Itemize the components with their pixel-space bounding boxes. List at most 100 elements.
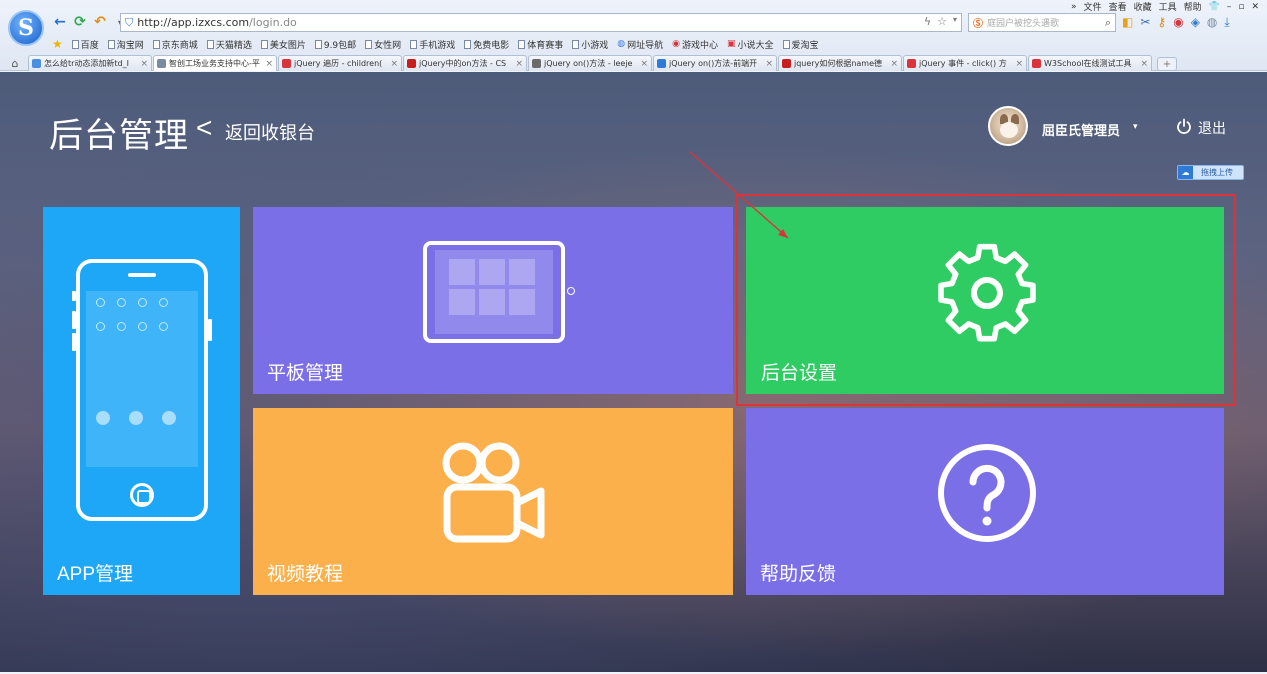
tab-label: W3School在线测试工具 [1044, 59, 1132, 68]
tile-label: 平板管理 [267, 363, 344, 384]
bookmark-item[interactable]: 美女图片 [260, 38, 306, 51]
tab-close-icon[interactable]: × [1140, 59, 1148, 69]
browser-tab[interactable]: jQuery中的on方法 - CS × [403, 55, 527, 71]
restore-icon[interactable]: ▫ [1238, 2, 1244, 12]
extension-icon[interactable]: ◈ [1191, 15, 1200, 30]
search-icon[interactable]: ⌕ [1105, 16, 1111, 30]
menu-view[interactable]: 查看 [1109, 0, 1127, 13]
page-icon [410, 39, 418, 49]
scissors-icon[interactable]: ✂ [1140, 15, 1150, 30]
page-title: 后台管理 [49, 117, 189, 155]
search-engine-icon[interactable]: Ⓢ [973, 15, 983, 30]
bookmarks-bar: ★ 百度 淘宝网 京东商城 天猫精选 美女图片 9.9包邮 女性网 手机游戏 免… [52, 37, 819, 51]
undo-icon[interactable]: ↶ [92, 14, 108, 30]
page-icon [107, 39, 115, 49]
bookmark-item[interactable]: 手机游戏 [410, 38, 455, 51]
browser-tab-active[interactable]: 智创工场业务支持中心-平 × [153, 55, 277, 71]
favorites-star-icon[interactable]: ★ [52, 37, 63, 51]
menu-tools[interactable]: 工具 [1159, 0, 1177, 13]
avatar[interactable] [988, 106, 1028, 146]
tab-close-icon[interactable]: × [1015, 59, 1023, 69]
tab-label: jquery如何根据name德 [794, 59, 883, 68]
browser-tab[interactable]: jQuery on()方法 - leeje × [528, 55, 652, 71]
tab-close-icon[interactable]: × [265, 59, 273, 69]
menu-more[interactable]: » [1071, 2, 1077, 12]
tab-close-icon[interactable]: × [515, 59, 523, 69]
close-icon[interactable]: ✕ [1251, 2, 1259, 12]
url-path: /login.do [249, 16, 297, 29]
bookmark-item[interactable]: 爱淘宝 [782, 38, 819, 51]
bookmark-label: 小游戏 [581, 40, 609, 51]
address-bar[interactable]: ⛉ http://app.izxcs.com/login.do ϟ ☆ ▾ [120, 13, 962, 32]
tab-strip: ⌂ 怎么给tr动态添加新td_I × 智创工场业务支持中心-平 × jQuery 遍… [0, 53, 1267, 71]
tab-close-icon[interactable]: × [640, 59, 648, 69]
tile-app-management[interactable]: APP管理 [43, 207, 240, 595]
minimize-icon[interactable]: – [1227, 2, 1232, 12]
bookmark-label: 网址导航 [627, 40, 664, 51]
user-dropdown-icon[interactable]: ▾ [1133, 122, 1138, 132]
bookmark-item[interactable]: 京东商城 [152, 38, 198, 51]
bookmark-item[interactable]: 小游戏 [572, 38, 608, 51]
key-icon[interactable]: ⚷ [1157, 15, 1166, 30]
browser-tab[interactable]: jQuery on()方法-前端开 × [653, 55, 777, 71]
home-icon[interactable]: ⌂ [6, 55, 24, 71]
tab-close-icon[interactable]: × [390, 59, 398, 69]
logo-letter: S [18, 15, 34, 41]
phone-home-button [130, 483, 154, 507]
address-dropdown-icon[interactable]: ▾ [953, 15, 957, 28]
skin-icon[interactable]: 👕 [1209, 2, 1220, 12]
bookmark-item[interactable]: 百度 [71, 38, 99, 51]
bookmark-item[interactable]: 淘宝网 [107, 38, 144, 51]
bookmark-item[interactable]: 天猫精选 [206, 38, 252, 51]
back-chevron-icon[interactable]: < [196, 112, 212, 144]
phone-side-button [72, 333, 76, 351]
lightning-icon[interactable]: ϟ [924, 15, 931, 28]
bookmark-item[interactable]: 免费电影 [464, 38, 509, 51]
new-tab-button[interactable]: + [1157, 57, 1177, 71]
back-to-cashier-link[interactable]: 返回收银台 [225, 119, 315, 145]
bookmark-label: 爱淘宝 [791, 40, 819, 51]
tile-tablet-management[interactable]: 平板管理 [253, 207, 733, 394]
user-name[interactable]: 屈臣氏管理员 [1042, 120, 1120, 139]
page-icon [152, 39, 160, 49]
bookmark-star-icon[interactable]: ☆ [937, 15, 947, 28]
bookmark-item[interactable]: 女性网 [365, 38, 401, 51]
browser-tab[interactable]: jQuery 遍历 - children(× [278, 55, 402, 71]
bookmark-label: 淘宝网 [116, 40, 144, 51]
browser-tab[interactable]: jquery如何根据name德 × [778, 55, 902, 71]
bookmark-item[interactable]: 9.9包邮 [314, 38, 356, 51]
tile-help-feedback[interactable]: 帮助反馈 [746, 408, 1224, 595]
page-icon [314, 39, 322, 49]
search-input[interactable]: 庭园户被挖头遇歌 [987, 16, 1059, 29]
menu-help[interactable]: 帮助 [1184, 0, 1202, 13]
tile-backend-settings[interactable]: 后台设置 [746, 207, 1224, 394]
tab-close-icon[interactable]: × [140, 59, 148, 69]
browser-tab[interactable]: W3School在线测试工具 × [1028, 55, 1152, 71]
download-icon[interactable]: ⤓ [1224, 15, 1229, 30]
bookmark-item[interactable]: ◉ 游戏中心 [672, 38, 718, 51]
tile-video-tutorials[interactable]: 视频教程 [253, 408, 733, 595]
bookmark-item[interactable]: 体育赛事 [518, 38, 563, 51]
bookmark-item[interactable]: ◍ 网址导航 [617, 38, 663, 51]
search-box[interactable]: Ⓢ 庭园户被挖头遇歌 ⌕ [968, 13, 1116, 32]
logout-link[interactable]: 退出 [1198, 118, 1226, 138]
tab-close-icon[interactable]: × [765, 59, 773, 69]
video-camera-icon [442, 442, 545, 543]
bookmark-label: 体育赛事 [527, 40, 564, 51]
refresh-icon[interactable]: ⟳ [72, 14, 88, 30]
browser-tab[interactable]: 怎么给tr动态添加新td_I × [28, 55, 152, 71]
menu-favorites[interactable]: 收藏 [1134, 0, 1152, 13]
globe-icon[interactable]: ◍ [1207, 15, 1217, 30]
browser-tab[interactable]: jQuery 事件 - click() 方 × [903, 55, 1027, 71]
screenshot-icon[interactable]: ◧ [1122, 15, 1133, 30]
menu-file[interactable]: 文件 [1084, 0, 1102, 13]
back-arrow-icon[interactable]: ← [52, 14, 68, 30]
tab-label: jQuery on()方法-前端开 [669, 59, 758, 68]
power-icon[interactable] [1176, 118, 1192, 134]
phone-side-button [72, 291, 76, 301]
bookmark-item[interactable]: ▣ 小说大全 [727, 38, 774, 51]
tab-close-icon[interactable]: × [890, 59, 898, 69]
drag-upload-badge[interactable]: ☁ 拖拽上传 [1177, 165, 1244, 180]
weibo-icon[interactable]: ◉ [1173, 15, 1183, 30]
browser-logo-icon[interactable]: S [8, 10, 44, 46]
